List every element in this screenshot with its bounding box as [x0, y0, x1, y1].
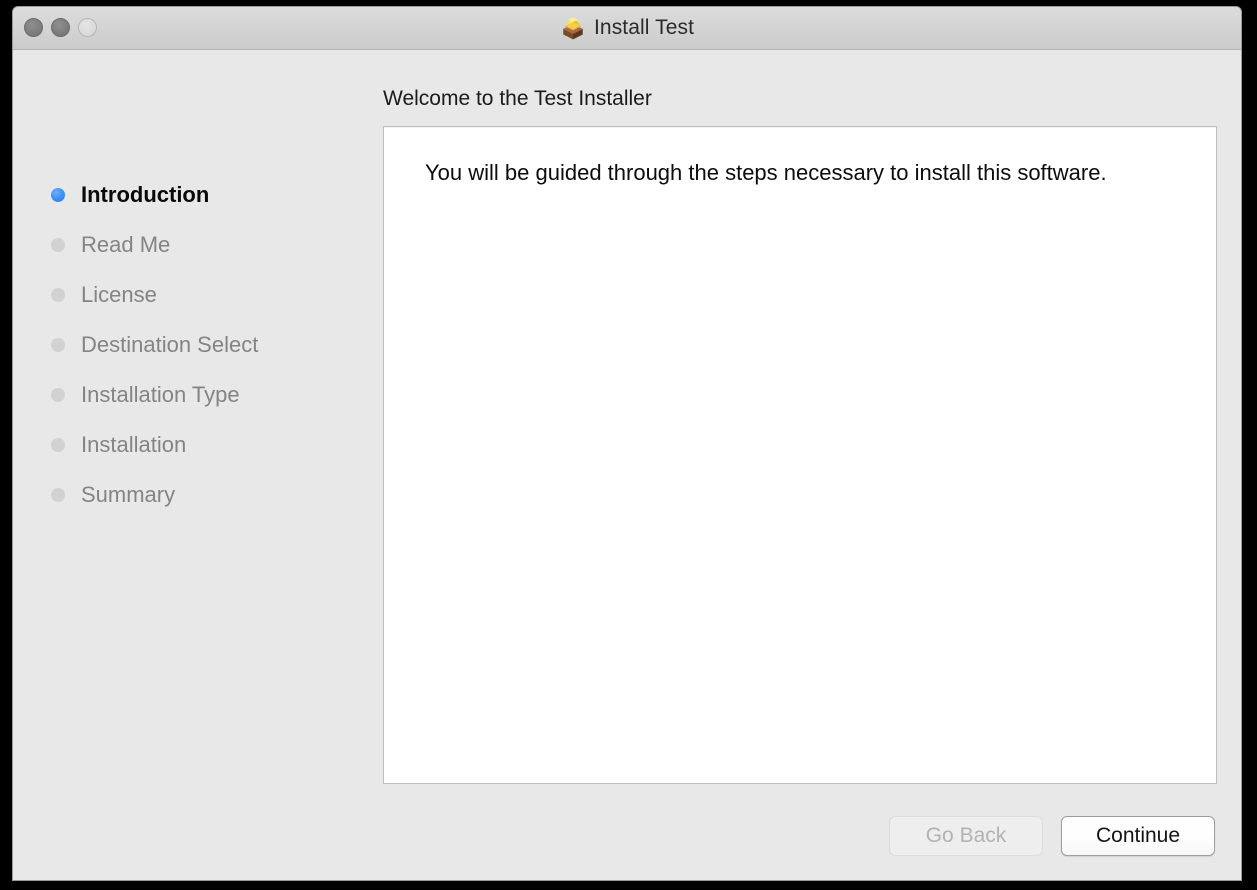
- sidebar-item-installation-type[interactable]: Installation Type: [51, 370, 361, 420]
- package-installer-icon: [563, 17, 583, 40]
- installer-window: Install Test Introduction Read Me Licens…: [12, 6, 1242, 881]
- footer-button-bar: Go Back Continue: [371, 816, 1215, 856]
- sidebar-item-label: Installation: [81, 432, 187, 457]
- welcome-message: You will be guided through the steps nec…: [425, 160, 1107, 185]
- step-bullet-icon: [51, 488, 65, 502]
- step-bullet-icon: [51, 188, 65, 202]
- step-bullet-icon: [51, 288, 65, 302]
- sidebar-item-introduction[interactable]: Introduction: [51, 170, 361, 220]
- sidebar-item-label: Destination Select: [81, 332, 259, 357]
- installer-main-pane: Welcome to the Test Installer You will b…: [371, 50, 1239, 880]
- continue-button[interactable]: Continue: [1061, 816, 1215, 856]
- step-list: Introduction Read Me License Destination…: [51, 170, 361, 520]
- traffic-light-group: [24, 18, 97, 37]
- sidebar-item-installation[interactable]: Installation: [51, 420, 361, 470]
- sidebar-item-read-me[interactable]: Read Me: [51, 220, 361, 270]
- window-body: Introduction Read Me License Destination…: [13, 50, 1239, 880]
- installer-sidebar: Introduction Read Me License Destination…: [13, 50, 371, 880]
- step-bullet-icon: [51, 438, 65, 452]
- go-back-button[interactable]: Go Back: [889, 816, 1043, 856]
- content-panel: You will be guided through the steps nec…: [383, 126, 1217, 784]
- window-title: Install Test: [593, 16, 695, 39]
- sidebar-item-label: License: [81, 282, 157, 307]
- sidebar-item-license[interactable]: License: [51, 270, 361, 320]
- close-button-icon[interactable]: [24, 18, 43, 37]
- sidebar-item-label: Installation Type: [81, 382, 240, 407]
- step-bullet-icon: [51, 338, 65, 352]
- desktop-backdrop: Install Test Introduction Read Me Licens…: [0, 0, 1257, 890]
- sidebar-item-label: Introduction: [81, 182, 210, 207]
- page-title: Welcome to the Test Installer: [383, 87, 652, 110]
- sidebar-item-label: Read Me: [81, 232, 171, 257]
- window-title-group: Install Test: [13, 7, 1241, 49]
- sidebar-item-summary[interactable]: Summary: [51, 470, 361, 520]
- zoom-button-icon[interactable]: [78, 18, 97, 37]
- minimize-button-icon[interactable]: [51, 18, 70, 37]
- sidebar-item-destination-select[interactable]: Destination Select: [51, 320, 361, 370]
- step-bullet-icon: [51, 388, 65, 402]
- window-titlebar[interactable]: Install Test: [13, 7, 1241, 50]
- step-bullet-icon: [51, 238, 65, 252]
- sidebar-item-label: Summary: [81, 482, 176, 507]
